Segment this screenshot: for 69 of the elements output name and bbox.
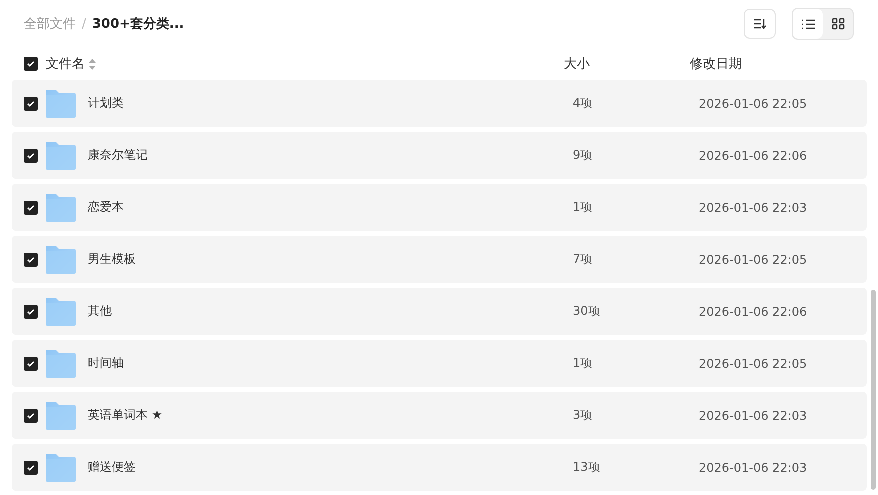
sort-button[interactable] bbox=[744, 9, 776, 39]
column-header[interactable]: 大小 bbox=[564, 55, 590, 73]
grid-icon bbox=[832, 18, 844, 30]
checkmark-icon bbox=[27, 204, 35, 212]
checkbox[interactable] bbox=[24, 252, 38, 266]
file-size: 30项 bbox=[573, 303, 602, 320]
modified-date: 2026-01-06 22:03 bbox=[699, 408, 808, 422]
file-row[interactable]: 恋爱本 1项 2026-01-06 22:03 bbox=[12, 184, 867, 231]
folder-icon bbox=[46, 90, 76, 118]
column-header[interactable]: 修改日期 bbox=[690, 55, 742, 73]
checkbox[interactable] bbox=[24, 57, 38, 71]
file-size: 7项 bbox=[573, 251, 594, 268]
list-icon bbox=[802, 18, 814, 30]
checkbox[interactable] bbox=[24, 96, 38, 110]
modified-date: 2026-01-06 22:05 bbox=[699, 252, 808, 266]
scrollbar[interactable] bbox=[871, 290, 876, 490]
file-name[interactable]: 计划类 bbox=[88, 95, 573, 112]
modified-date: 2026-01-06 22:05 bbox=[699, 96, 808, 110]
file-row[interactable]: 其他 30项 2026-01-06 22:06 bbox=[12, 288, 867, 335]
checkmark-icon bbox=[27, 308, 35, 316]
file-size: 4项 bbox=[573, 95, 594, 112]
checkmark-icon bbox=[27, 412, 35, 420]
sort-lines-icon bbox=[753, 18, 767, 30]
file-name[interactable]: 时间轴 bbox=[88, 355, 573, 372]
file-name[interactable]: 恋爱本 bbox=[88, 199, 573, 216]
folder-icon bbox=[46, 246, 76, 274]
file-row[interactable]: 时间轴 1项 2026-01-06 22:05 bbox=[12, 340, 867, 387]
checkmark-icon bbox=[27, 360, 35, 368]
column-header[interactable]: 文件名 bbox=[46, 55, 85, 73]
file-row[interactable]: 康奈尔笔记 9项 2026-01-06 22:06 bbox=[12, 132, 867, 179]
checkmark-icon bbox=[27, 100, 35, 108]
checkbox[interactable] bbox=[24, 408, 38, 422]
file-size: 1项 bbox=[573, 355, 594, 372]
checkmark-icon bbox=[27, 464, 35, 472]
breadcrumb-separator: / bbox=[82, 16, 86, 32]
file-name[interactable]: 男生模板 bbox=[88, 251, 573, 268]
file-size: 13项 bbox=[573, 459, 602, 476]
modified-date: 2026-01-06 22:03 bbox=[699, 200, 808, 214]
file-row[interactable]: 赠送便签 13项 2026-01-06 22:03 bbox=[12, 444, 867, 491]
file-name[interactable]: 康奈尔笔记 bbox=[88, 147, 573, 164]
checkmark-icon bbox=[27, 152, 35, 160]
checkbox[interactable] bbox=[24, 304, 38, 318]
list-view-button[interactable] bbox=[793, 9, 823, 39]
folder-icon bbox=[46, 194, 76, 222]
file-row[interactable]: 计划类 4项 2026-01-06 22:05 bbox=[12, 80, 867, 127]
checkmark-icon bbox=[27, 256, 35, 264]
file-row[interactable]: 英语单词本 ★ 3项 2026-01-06 22:03 bbox=[12, 392, 867, 439]
modified-date: 2026-01-06 22:05 bbox=[699, 356, 808, 370]
file-size: 9项 bbox=[573, 147, 594, 164]
modified-date: 2026-01-06 22:03 bbox=[699, 460, 808, 474]
file-size: 3项 bbox=[573, 407, 594, 424]
checkbox[interactable] bbox=[24, 148, 38, 162]
file-name[interactable]: 英语单词本 ★ bbox=[88, 407, 573, 424]
folder-icon bbox=[46, 402, 76, 430]
breadcrumb-current: 300+套分类... bbox=[92, 16, 184, 33]
modified-date: 2026-01-06 22:06 bbox=[699, 304, 808, 318]
file-size: 1项 bbox=[573, 199, 594, 216]
folder-icon bbox=[46, 454, 76, 482]
modified-date: 2026-01-06 22:06 bbox=[699, 148, 808, 162]
file-name[interactable]: 其他 bbox=[88, 303, 573, 320]
checkbox[interactable] bbox=[24, 200, 38, 214]
file-name[interactable]: 赠送便签 bbox=[88, 459, 573, 476]
folder-icon bbox=[46, 350, 76, 378]
checkmark-icon bbox=[27, 60, 35, 68]
checkbox[interactable] bbox=[24, 460, 38, 474]
file-row[interactable]: 男生模板 7项 2026-01-06 22:05 bbox=[12, 236, 867, 283]
checkbox[interactable] bbox=[24, 356, 38, 370]
folder-icon bbox=[46, 142, 76, 170]
folder-icon bbox=[46, 298, 76, 326]
